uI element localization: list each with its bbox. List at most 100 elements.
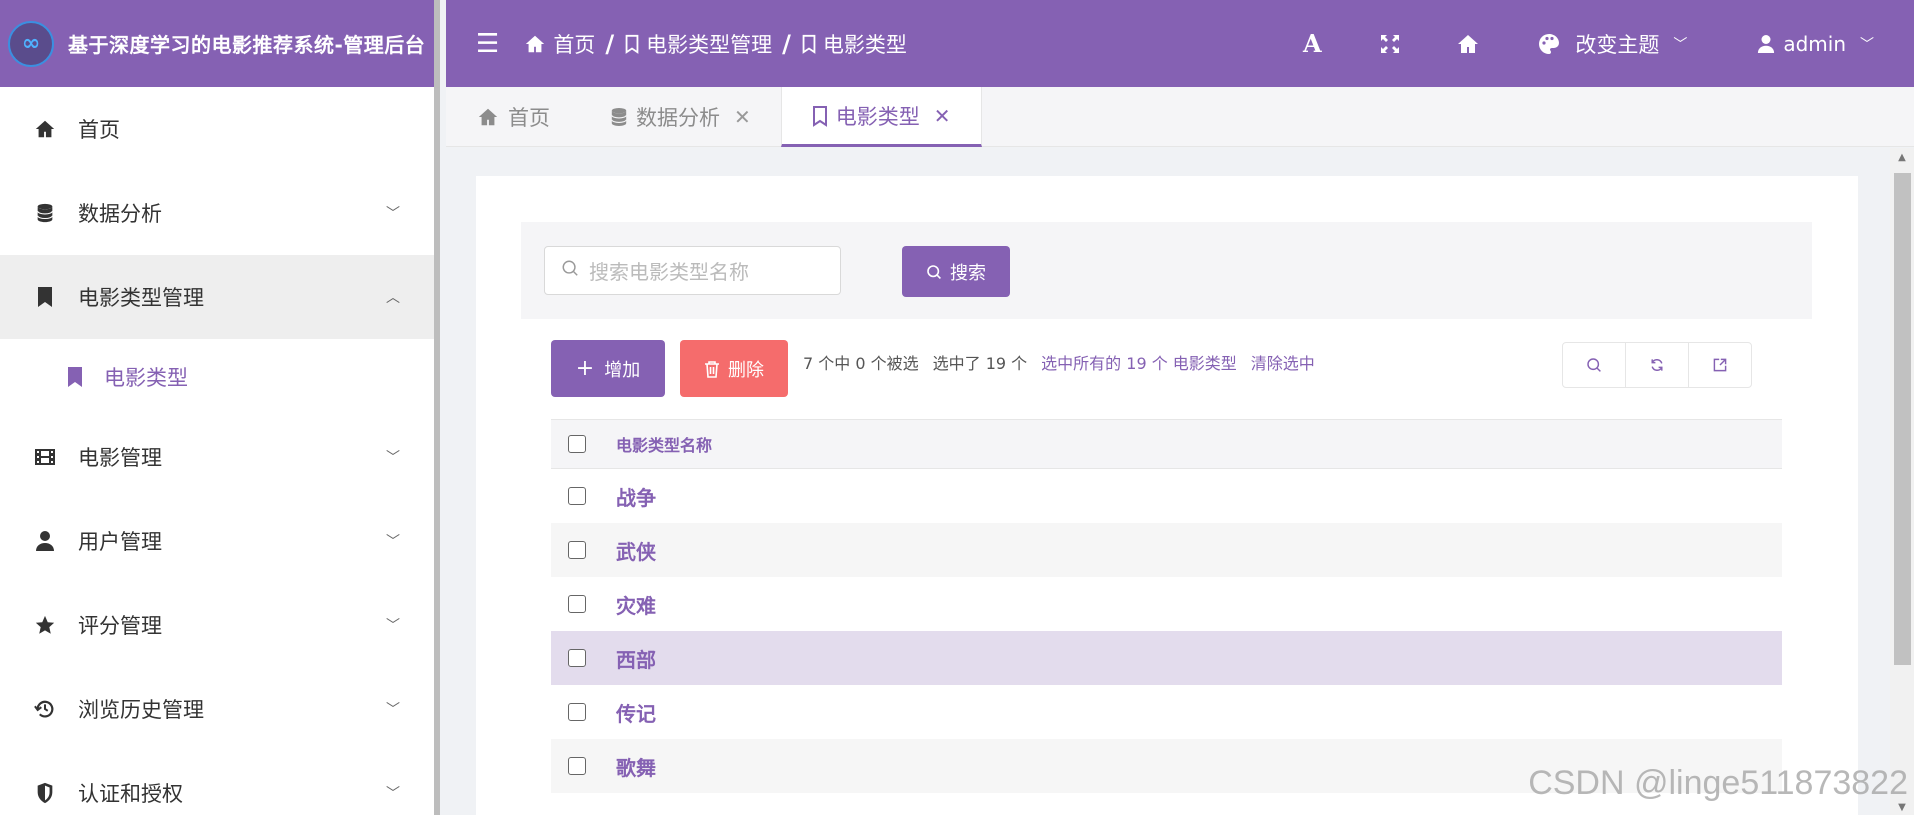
- add-button[interactable]: + 增加: [551, 340, 665, 397]
- search-icon: [927, 264, 941, 279]
- chevron-up-icon: ︿: [386, 290, 400, 306]
- font-size-icon[interactable]: A: [1273, 29, 1351, 58]
- content-card: 搜索电影类型名称 搜索 + 增加 删除 7 个中 0 个被选 选中了 19 个 …: [476, 176, 1858, 815]
- header-actions: A 改变主题 ﹀ admin ﹀: [1273, 0, 1914, 87]
- table-row[interactable]: 武侠: [551, 523, 1782, 577]
- selection-info: 7 个中 0 个被选 选中了 19 个 选中所有的 19 个 电影类型 清除选中: [803, 350, 1315, 374]
- movie-type-table: 电影类型名称 战争 武侠 灾难 西部 传记 歌舞: [551, 419, 1782, 793]
- user-name: admin: [1783, 31, 1846, 56]
- movie-type-link[interactable]: 武侠: [616, 536, 656, 565]
- sidebar-item-label: 电影类型管理: [78, 286, 204, 310]
- sidebar-item-movie-type-mgmt[interactable]: 电影类型管理 ︿: [0, 255, 434, 339]
- row-checkbox[interactable]: [568, 487, 586, 505]
- refresh-icon[interactable]: [1626, 343, 1689, 387]
- sidebar-item-history-mgmt[interactable]: 浏览历史管理 ﹀: [0, 667, 434, 751]
- palette-icon: [1539, 33, 1560, 54]
- sidebar-item-home[interactable]: 首页: [0, 87, 434, 171]
- bookmark-outline-icon: [625, 34, 639, 54]
- breadcrumb-item-home[interactable]: 首页: [523, 29, 595, 59]
- sidebar-item-data-analysis[interactable]: 数据分析 ﹀: [0, 171, 434, 255]
- chevron-down-icon: ﹀: [386, 450, 400, 466]
- delete-button-label: 删除: [728, 359, 764, 381]
- home-icon[interactable]: [1429, 32, 1507, 56]
- row-checkbox[interactable]: [568, 541, 586, 559]
- theme-switcher[interactable]: 改变主题 ﹀: [1537, 29, 1687, 59]
- sidebar-item-label: 浏览历史管理: [78, 698, 204, 722]
- close-icon[interactable]: ✕: [734, 105, 751, 129]
- search-button[interactable]: 搜索: [902, 246, 1010, 297]
- selection-count: 选中了 19 个: [932, 354, 1028, 373]
- scroll-down-arrow-icon[interactable]: ▼: [1890, 802, 1914, 813]
- column-header-name[interactable]: 电影类型名称: [616, 432, 712, 456]
- search-toggle-icon[interactable]: [1563, 343, 1626, 387]
- breadcrumb-label: 首页: [553, 32, 596, 57]
- tab-data-analysis[interactable]: 数据分析 ✕: [580, 87, 781, 147]
- row-checkbox[interactable]: [568, 757, 586, 775]
- sidebar-subitem-movie-type[interactable]: 电影类型: [0, 339, 434, 415]
- delete-button[interactable]: 删除: [680, 340, 788, 397]
- sidebar-item-label: 认证和授权: [78, 782, 183, 806]
- close-icon[interactable]: ✕: [934, 104, 951, 128]
- search-placeholder: 搜索电影类型名称: [589, 260, 749, 284]
- history-icon: [32, 696, 58, 722]
- infinity-logo-icon: ∞: [8, 20, 54, 67]
- search-panel: 搜索电影类型名称 搜索: [521, 222, 1812, 319]
- sidebar-item-rating-mgmt[interactable]: 评分管理 ﹀: [0, 583, 434, 667]
- sidebar-item-movie-mgmt[interactable]: 电影管理 ﹀: [0, 415, 434, 499]
- database-icon: [32, 200, 58, 226]
- tab-label: 电影类型: [835, 104, 920, 129]
- sidebar-item-label: 数据分析: [78, 202, 162, 226]
- table-row[interactable]: 传记: [551, 685, 1782, 739]
- table-row[interactable]: 灾难: [551, 577, 1782, 631]
- row-checkbox[interactable]: [568, 703, 586, 721]
- search-icon: [561, 259, 579, 282]
- breadcrumb-item-movie-type: 电影类型: [801, 29, 907, 59]
- movie-type-link[interactable]: 歌舞: [616, 752, 656, 781]
- home-icon: [526, 35, 545, 52]
- table-row[interactable]: 战争: [551, 469, 1782, 523]
- sidebar-item-auth[interactable]: 认证和授权 ﹀: [0, 751, 434, 815]
- watermark: CSDN @linge511873822: [1528, 764, 1908, 802]
- home-icon: [32, 116, 58, 142]
- breadcrumb-separator: /: [605, 29, 615, 58]
- movie-type-link[interactable]: 西部: [616, 644, 656, 673]
- search-input[interactable]: 搜索电影类型名称: [544, 246, 841, 295]
- sidebar-item-user-mgmt[interactable]: 用户管理 ﹀: [0, 499, 434, 583]
- trash-icon: [705, 360, 719, 378]
- user-menu[interactable]: admin ﹀: [1757, 32, 1874, 56]
- user-icon: [1758, 34, 1775, 53]
- hamburger-menu-icon[interactable]: ☰: [476, 29, 499, 59]
- movie-type-link[interactable]: 传记: [616, 698, 656, 727]
- scrollbar-thumb[interactable]: [1894, 173, 1911, 665]
- breadcrumb-item-movie-type-mgmt[interactable]: 电影类型管理: [624, 29, 772, 59]
- table-toolbar: + 增加 删除 7 个中 0 个被选 选中了 19 个 选中所有的 19 个 电…: [551, 340, 1767, 397]
- tab-movie-type[interactable]: 电影类型 ✕: [780, 87, 982, 147]
- scroll-up-arrow-icon[interactable]: ▲: [1890, 152, 1914, 163]
- row-checkbox[interactable]: [568, 649, 586, 667]
- tab-home[interactable]: 首页: [446, 87, 580, 147]
- bookmark-outline-icon: [802, 34, 816, 54]
- export-icon[interactable]: [1689, 343, 1751, 387]
- movie-type-link[interactable]: 战争: [616, 482, 656, 511]
- brand-header: ∞ 基于深度学习的电影推荐系统-管理后台: [0, 0, 434, 87]
- vertical-scrollbar[interactable]: ▲ ▼: [1890, 148, 1914, 815]
- app-root: ∞ 基于深度学习的电影推荐系统-管理后台 首页 数据分析 ﹀ 电影类型管理 ︿ …: [0, 0, 1914, 815]
- database-icon: [611, 108, 627, 126]
- sidebar-item-label: 电影管理: [78, 446, 162, 470]
- row-checkbox[interactable]: [568, 595, 586, 613]
- tab-label: 首页: [508, 106, 550, 130]
- movie-type-link[interactable]: 灾难: [616, 590, 656, 619]
- fullscreen-icon[interactable]: [1351, 34, 1429, 54]
- breadcrumb-label: 电影类型: [822, 32, 907, 57]
- chevron-down-icon: ﹀: [1673, 36, 1688, 53]
- chevron-down-icon: ﹀: [386, 534, 400, 550]
- app-title: 基于深度学习的电影推荐系统-管理后台: [68, 33, 426, 57]
- bookmark-icon: [64, 364, 86, 390]
- clear-selection-link[interactable]: 清除选中: [1251, 350, 1315, 374]
- select-all-link[interactable]: 选中所有的 19 个 电影类型: [1041, 350, 1237, 374]
- home-icon: [478, 108, 498, 126]
- user-icon: [32, 528, 58, 554]
- select-all-checkbox[interactable]: [568, 435, 586, 453]
- table-row[interactable]: 西部: [551, 631, 1782, 685]
- sidebar-subitem-label: 电影类型: [104, 366, 188, 390]
